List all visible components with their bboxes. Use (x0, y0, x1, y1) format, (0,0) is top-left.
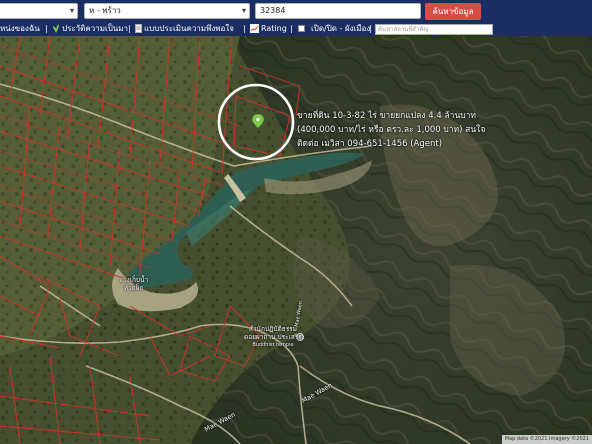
toolbar-rating-label: Rating (261, 24, 287, 33)
toolbar-survey-label: แบบประเมินความพึงพอใจ (144, 24, 234, 33)
toolbar-divider: | (128, 24, 131, 33)
reservoir-label: อ่างเก็บน้ำ ห้วยผ็ก (119, 276, 148, 292)
toolbar-my-location[interactable]: หน่งของฉัน (0, 22, 40, 36)
temple-label: สำนักปฏิบัติธรรม ดอยผาถ่าน ประเสริฐ Budd… (244, 325, 302, 349)
toolbar-zoning-toggle[interactable]: เปิด/ปิด - ผังเมือง (298, 22, 370, 36)
satellite-map[interactable]: ขายที่ดิน 10-3-82 ไร่ ขายยกแปลง 4.4 ล้าน… (0, 36, 592, 444)
top-search-bar: ▾ ห - พร้าว ▾ 32384 ค้นหาข้อมูล (0, 0, 592, 22)
parcel-code-input[interactable]: 32384 (255, 3, 421, 19)
toolbar-history[interactable]: ประวัติความเป็นมา (52, 22, 128, 36)
document-icon (135, 24, 142, 33)
toolbar-divider: | (45, 24, 48, 33)
reservoir-label-line-1: อ่างเก็บน้ำ (119, 276, 149, 284)
chevron-down-icon: ▾ (69, 6, 74, 15)
reservoir-label-line-2: ห้วยผ็ก (123, 284, 144, 292)
toolbar-divider: | (243, 24, 246, 33)
listing-line-3: ติดต่อ เมวิสา 094-651-1456 (Agent) (297, 139, 443, 149)
listing-line-1: ขายที่ดิน 10-3-82 ไร่ ขายยกแปลง 4.4 ล้าน… (297, 111, 477, 121)
chart-icon (250, 24, 259, 33)
province-select[interactable]: ▾ (0, 3, 78, 19)
map-attribution: Map data ©2021 Imagery ©2021 (501, 435, 592, 444)
map-imagery (0, 36, 592, 444)
chevron-down-icon: ▾ (241, 6, 246, 15)
toolbar-divider: | (369, 24, 372, 33)
temple-label-line-3: Buddhist temple (252, 342, 294, 348)
district-select-value: ห - พร้าว (89, 6, 121, 15)
parcel-code-value: 32384 (260, 6, 286, 15)
checkbox-icon[interactable] (298, 25, 305, 32)
toolbar-survey[interactable]: แบบประเมินความพึงพอใจ (135, 22, 234, 36)
toolbar: หน่งของฉัน | ประวัติความเป็นมา | แบบประเ… (0, 22, 592, 36)
listing-description: ขายที่ดิน 10-3-82 ไร่ ขายยกแปลง 4.4 ล้าน… (297, 109, 497, 151)
toolbar-divider: | (290, 24, 293, 33)
toolbar-zoning-label: เปิด/ปิด - ผังเมือง (311, 24, 371, 33)
place-search-input[interactable]: ค้นหาสถานที่สำคัญ (375, 24, 493, 35)
toolbar-rating[interactable]: Rating (250, 22, 287, 36)
search-button[interactable]: ค้นหาข้อมูล (425, 3, 481, 20)
toolbar-history-label: ประวัติความเป็นมา (62, 24, 129, 33)
temple-label-line-2: ดอยผาถ่าน ประเสริฐ (244, 333, 302, 341)
history-icon (53, 24, 59, 33)
listing-line-2: (400,000 บาท/ไร่ หรือ ตรว.ละ 1,000 บาท) … (297, 125, 486, 135)
district-select[interactable]: ห - พร้าว ▾ (84, 3, 250, 19)
